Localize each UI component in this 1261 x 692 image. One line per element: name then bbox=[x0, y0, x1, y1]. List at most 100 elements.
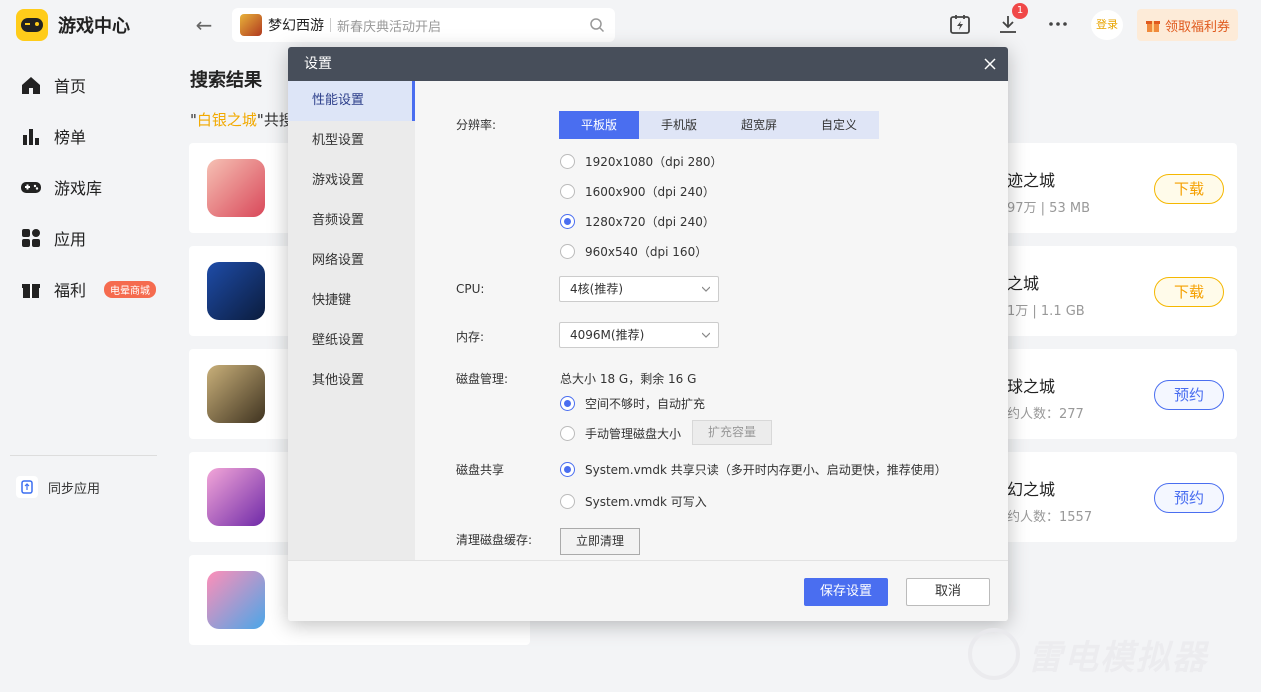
search-game-name: 梦幻西游 bbox=[268, 18, 324, 34]
sidebar-item-label: 应用 bbox=[54, 230, 87, 249]
search-icon[interactable] bbox=[589, 17, 605, 33]
expand-capacity-button[interactable]: 扩充容量 bbox=[692, 420, 772, 445]
memory-value: 4096M(推荐) bbox=[570, 328, 645, 342]
dialog-header: 设置 bbox=[288, 47, 1008, 81]
resolution-tabs: 平板版 手机版 超宽屏 自定义 bbox=[559, 111, 879, 139]
download-button[interactable]: 下载 bbox=[1154, 174, 1224, 204]
game-name: 球之城 bbox=[1007, 377, 1056, 396]
resolution-option-label: 1280x720（dpi 240） bbox=[585, 215, 715, 229]
download-button[interactable]: 下载 bbox=[1154, 277, 1224, 307]
sidebar-item-welfare[interactable]: 福利 电晕商城 bbox=[20, 277, 157, 301]
download-badge: 1 bbox=[1012, 3, 1028, 19]
sidebar-item-rankings[interactable]: 榜单 bbox=[20, 124, 86, 148]
resolution-option-label: 960x540（dpi 160） bbox=[585, 245, 708, 259]
settings-body: 分辨率: 平板版 手机版 超宽屏 自定义 1920x1080（dpi 280） … bbox=[415, 81, 1008, 560]
game-name: 迹之城 bbox=[1007, 171, 1056, 190]
radio-button[interactable] bbox=[560, 154, 575, 169]
sidebar-item-label: 福利 bbox=[54, 281, 87, 300]
promo-badge: 电晕商城 bbox=[104, 280, 157, 298]
sync-apps-button[interactable]: 同步应用 bbox=[16, 476, 100, 498]
disk-auto-label: 空间不够时，自动扩充 bbox=[585, 397, 706, 411]
radio-button-selected[interactable] bbox=[560, 462, 575, 477]
nav-performance[interactable]: 性能设置 bbox=[288, 81, 415, 121]
quote: " bbox=[190, 111, 197, 129]
book-button[interactable]: 预约 bbox=[1154, 483, 1224, 513]
resolution-option[interactable]: 1280x720（dpi 240） bbox=[560, 213, 715, 230]
memory-select[interactable]: 4096M(推荐) bbox=[559, 322, 719, 348]
game-meta: 97万 | 53 MB bbox=[1007, 201, 1090, 216]
sidebar-item-apps[interactable]: 应用 bbox=[20, 226, 86, 250]
cpu-select[interactable]: 4核(推荐) bbox=[559, 276, 719, 302]
disk-manual-label: 手动管理磁盘大小 bbox=[585, 427, 682, 441]
game-thumbnail-icon bbox=[240, 14, 262, 36]
radio-button-selected[interactable] bbox=[560, 396, 575, 411]
share-writable-option[interactable]: System.vmdk 可写入 bbox=[560, 493, 707, 510]
game-name: 幻之城 bbox=[1007, 480, 1056, 499]
radio-button[interactable] bbox=[560, 426, 575, 441]
sidebar-item-home[interactable]: 首页 bbox=[20, 73, 86, 97]
save-settings-button[interactable]: 保存设置 bbox=[804, 578, 888, 606]
radio-button-selected[interactable] bbox=[560, 214, 575, 229]
game-thumbnail bbox=[207, 468, 265, 526]
resolution-option-label: 1920x1080（dpi 280） bbox=[585, 155, 723, 169]
game-thumbnail bbox=[207, 159, 265, 217]
share-readonly-label: System.vmdk 共享只读（多开时内存更小、启动更快，推荐使用） bbox=[585, 463, 947, 477]
resolution-option[interactable]: 1600x900（dpi 240） bbox=[560, 183, 715, 200]
more-icon[interactable] bbox=[1046, 12, 1070, 36]
tab-tablet[interactable]: 平板版 bbox=[559, 111, 639, 139]
search-placeholder: 新春庆典活动开启 bbox=[337, 19, 442, 35]
disk-auto-option[interactable]: 空间不够时，自动扩充 bbox=[560, 395, 705, 412]
game-meta: 约人数：1557 bbox=[1007, 510, 1093, 525]
dialog-title: 设置 bbox=[304, 56, 332, 72]
radio-button[interactable] bbox=[560, 244, 575, 259]
close-icon[interactable] bbox=[982, 56, 998, 72]
sidebar-item-game-library[interactable]: 游戏库 bbox=[20, 175, 102, 199]
clean-now-button[interactable]: 立即清理 bbox=[560, 528, 640, 555]
game-thumbnail bbox=[207, 365, 265, 423]
resolution-label: 分辨率: bbox=[456, 118, 497, 132]
app-title: 游戏中心 bbox=[58, 16, 130, 37]
share-readonly-option[interactable]: System.vmdk 共享只读（多开时内存更小、启动更快，推荐使用） bbox=[560, 461, 947, 478]
nav-device-model[interactable]: 机型设置 bbox=[288, 121, 415, 161]
resolution-option[interactable]: 1920x1080（dpi 280） bbox=[560, 153, 722, 170]
claim-coupon-label: 领取福利券 bbox=[1164, 19, 1230, 35]
tab-ultrawide[interactable]: 超宽屏 bbox=[719, 111, 799, 139]
sidebar-item-label: 榜单 bbox=[54, 128, 87, 147]
disk-label: 磁盘管理: bbox=[456, 372, 509, 386]
bar-chart-icon bbox=[23, 129, 39, 145]
nav-other[interactable]: 其他设置 bbox=[288, 361, 415, 401]
game-meta: 1万 | 1.1 GB bbox=[1007, 304, 1085, 319]
radio-button[interactable] bbox=[560, 184, 575, 199]
nav-audio[interactable]: 音频设置 bbox=[288, 201, 415, 241]
calendar-icon[interactable] bbox=[948, 12, 972, 36]
game-name: 之城 bbox=[1007, 274, 1040, 293]
watermark-text: 雷电模拟器 bbox=[1028, 637, 1208, 678]
settings-dialog: 设置 性能设置 机型设置 游戏设置 音频设置 网络设置 快捷键 壁纸设置 其他设… bbox=[288, 47, 1008, 621]
nav-wallpaper[interactable]: 壁纸设置 bbox=[288, 321, 415, 361]
nav-shortcuts[interactable]: 快捷键 bbox=[288, 281, 415, 321]
search-keyword[interactable]: 白银之城 bbox=[197, 111, 257, 129]
settings-nav: 性能设置 机型设置 游戏设置 音频设置 网络设置 快捷键 壁纸设置 其他设置 bbox=[288, 81, 415, 560]
book-button[interactable]: 预约 bbox=[1154, 380, 1224, 410]
apps-grid-icon bbox=[22, 229, 40, 247]
back-arrow-icon[interactable]: ← bbox=[192, 13, 216, 37]
nav-game[interactable]: 游戏设置 bbox=[288, 161, 415, 201]
search-bar[interactable]: 梦幻西游 新春庆典活动开启 bbox=[232, 8, 615, 42]
game-meta: 约人数：277 bbox=[1007, 407, 1084, 422]
home-icon bbox=[22, 77, 40, 94]
cancel-button[interactable]: 取消 bbox=[906, 578, 990, 606]
login-button[interactable]: 登录 bbox=[1091, 10, 1123, 40]
disk-manual-option[interactable]: 手动管理磁盘大小 bbox=[560, 425, 681, 442]
resolution-option[interactable]: 960x540（dpi 160） bbox=[560, 243, 707, 260]
sync-apps-label: 同步应用 bbox=[48, 481, 101, 497]
tab-phone[interactable]: 手机版 bbox=[639, 111, 719, 139]
search-divider bbox=[330, 18, 331, 32]
clean-cache-label: 清理磁盘缓存: bbox=[456, 533, 533, 547]
nav-network[interactable]: 网络设置 bbox=[288, 241, 415, 281]
dialog-footer: 保存设置 取消 bbox=[288, 560, 1008, 621]
tab-custom[interactable]: 自定义 bbox=[799, 111, 879, 139]
radio-button[interactable] bbox=[560, 494, 575, 509]
results-title: 搜索结果 bbox=[190, 70, 262, 91]
claim-coupon-button[interactable]: 领取福利券 bbox=[1137, 9, 1238, 41]
sync-icon bbox=[16, 476, 38, 498]
